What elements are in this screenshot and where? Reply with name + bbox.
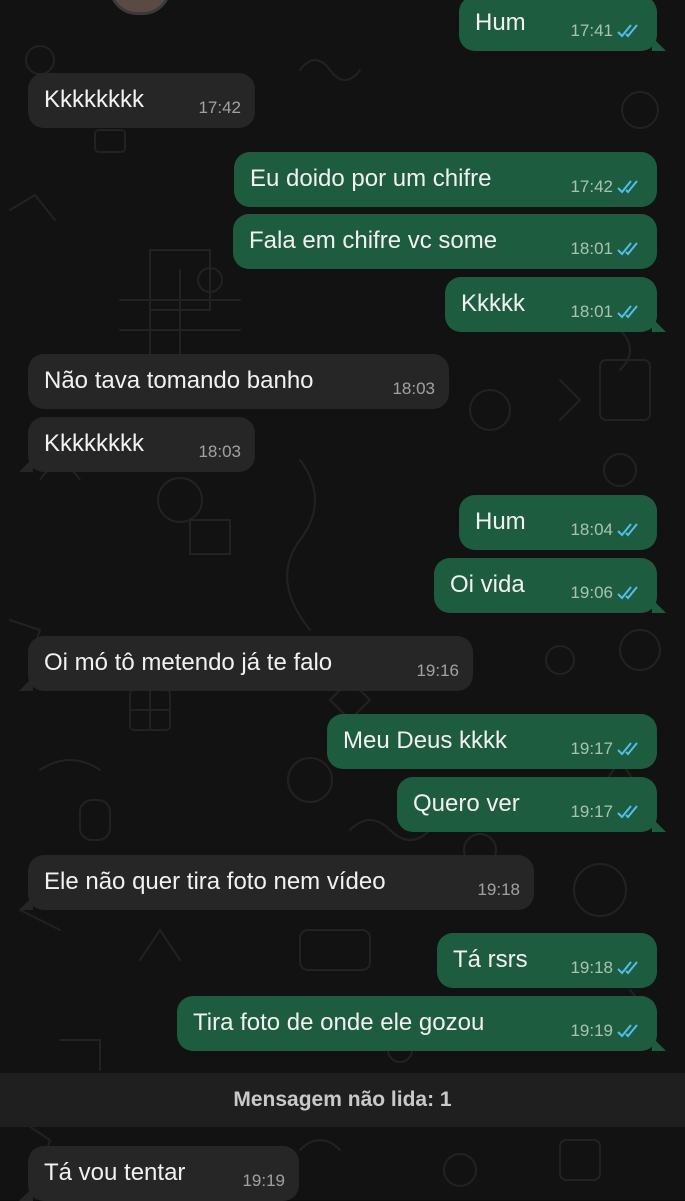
read-double-check-icon	[617, 179, 643, 195]
message-text: Oi mó tô metendo já te falo	[44, 649, 333, 676]
message-bubble-incoming[interactable]: Não tava tomando banho 18:03	[28, 354, 449, 409]
message-text: Hum	[475, 9, 526, 36]
message-text: Não tava tomando banho	[44, 367, 314, 394]
message-text: Hum	[475, 508, 526, 535]
read-double-check-icon	[617, 741, 643, 757]
message-time: 18:04	[570, 520, 613, 539]
message-bubble-outgoing[interactable]: Quero ver 19:17	[397, 777, 666, 832]
read-double-check-icon	[617, 23, 643, 39]
read-double-check-icon	[617, 960, 643, 976]
message-time: 19:17	[570, 802, 613, 821]
read-double-check-icon	[617, 1023, 643, 1039]
message-text: Kkkkk	[461, 290, 526, 317]
unread-messages-label: Mensagem não lida: 1	[233, 1088, 452, 1111]
message-bubble-incoming[interactable]: Ele não quer tira foto nem vídeo 19:18	[19, 855, 534, 910]
message-bubble-incoming[interactable]: Oi mó tô metendo já te falo 19:16	[19, 636, 473, 691]
read-double-check-icon	[617, 522, 643, 538]
message-text: Tira foto de onde ele gozou	[193, 1009, 485, 1036]
message-bubble-outgoing[interactable]: Tira foto de onde ele gozou 19:19	[177, 996, 666, 1051]
message-time: 18:01	[570, 239, 613, 258]
message-time: 19:16	[416, 661, 459, 680]
message-bubble-incoming[interactable]: Kkkkkkkk 17:42	[28, 73, 255, 128]
message-time: 19:18	[477, 880, 520, 899]
message-text: Fala em chifre vc some	[249, 227, 498, 254]
read-double-check-icon	[617, 804, 643, 820]
message-text: Kkkkkkkk	[44, 86, 145, 113]
message-text: Kkkkkkkk	[44, 430, 145, 457]
message-bubble-outgoing[interactable]: Hum 17:41	[459, 0, 666, 51]
message-text: Eu doido por um chifre	[250, 165, 492, 192]
message-time: 19:18	[570, 958, 613, 977]
message-bubble-outgoing[interactable]: Fala em chifre vc some 18:01	[233, 214, 657, 269]
message-text: Tá vou tentar	[44, 1159, 186, 1186]
message-time: 17:41	[570, 21, 613, 40]
message-time: 19:19	[242, 1171, 285, 1190]
message-text: Tá rsrs	[453, 946, 528, 973]
message-time: 18:03	[198, 442, 241, 461]
message-time: 19:19	[570, 1021, 613, 1040]
message-text: Quero ver	[413, 790, 520, 817]
message-bubble-outgoing[interactable]: Oi vida 19:06	[434, 558, 666, 613]
message-time: 19:17	[570, 739, 613, 758]
read-double-check-icon	[617, 585, 643, 601]
message-time: 19:06	[570, 583, 613, 602]
message-bubble-outgoing[interactable]: Meu Deus kkkk 19:17	[327, 714, 657, 769]
message-time: 18:03	[392, 379, 435, 398]
message-text: Oi vida	[450, 571, 525, 598]
unread-messages-banner: Mensagem não lida: 1	[0, 1073, 685, 1127]
message-bubble-outgoing[interactable]: Hum 18:04	[459, 495, 657, 550]
message-bubble-incoming[interactable]: Tá vou tentar 19:19	[19, 1146, 299, 1201]
message-time: 17:42	[570, 177, 613, 196]
message-time: 17:42	[198, 98, 241, 117]
read-double-check-icon	[617, 241, 643, 257]
read-double-check-icon	[617, 304, 643, 320]
message-bubble-outgoing[interactable]: Eu doido por um chifre 17:42	[234, 152, 657, 207]
message-bubble-outgoing[interactable]: Tá rsrs 19:18	[437, 933, 657, 988]
message-bubble-incoming[interactable]: Kkkkkkkk 18:03	[19, 417, 255, 472]
message-bubble-outgoing[interactable]: Kkkkk 18:01	[445, 277, 666, 332]
message-time: 18:01	[570, 302, 613, 321]
message-text: Meu Deus kkkk	[343, 727, 508, 754]
message-text: Ele não quer tira foto nem vídeo	[44, 868, 386, 895]
